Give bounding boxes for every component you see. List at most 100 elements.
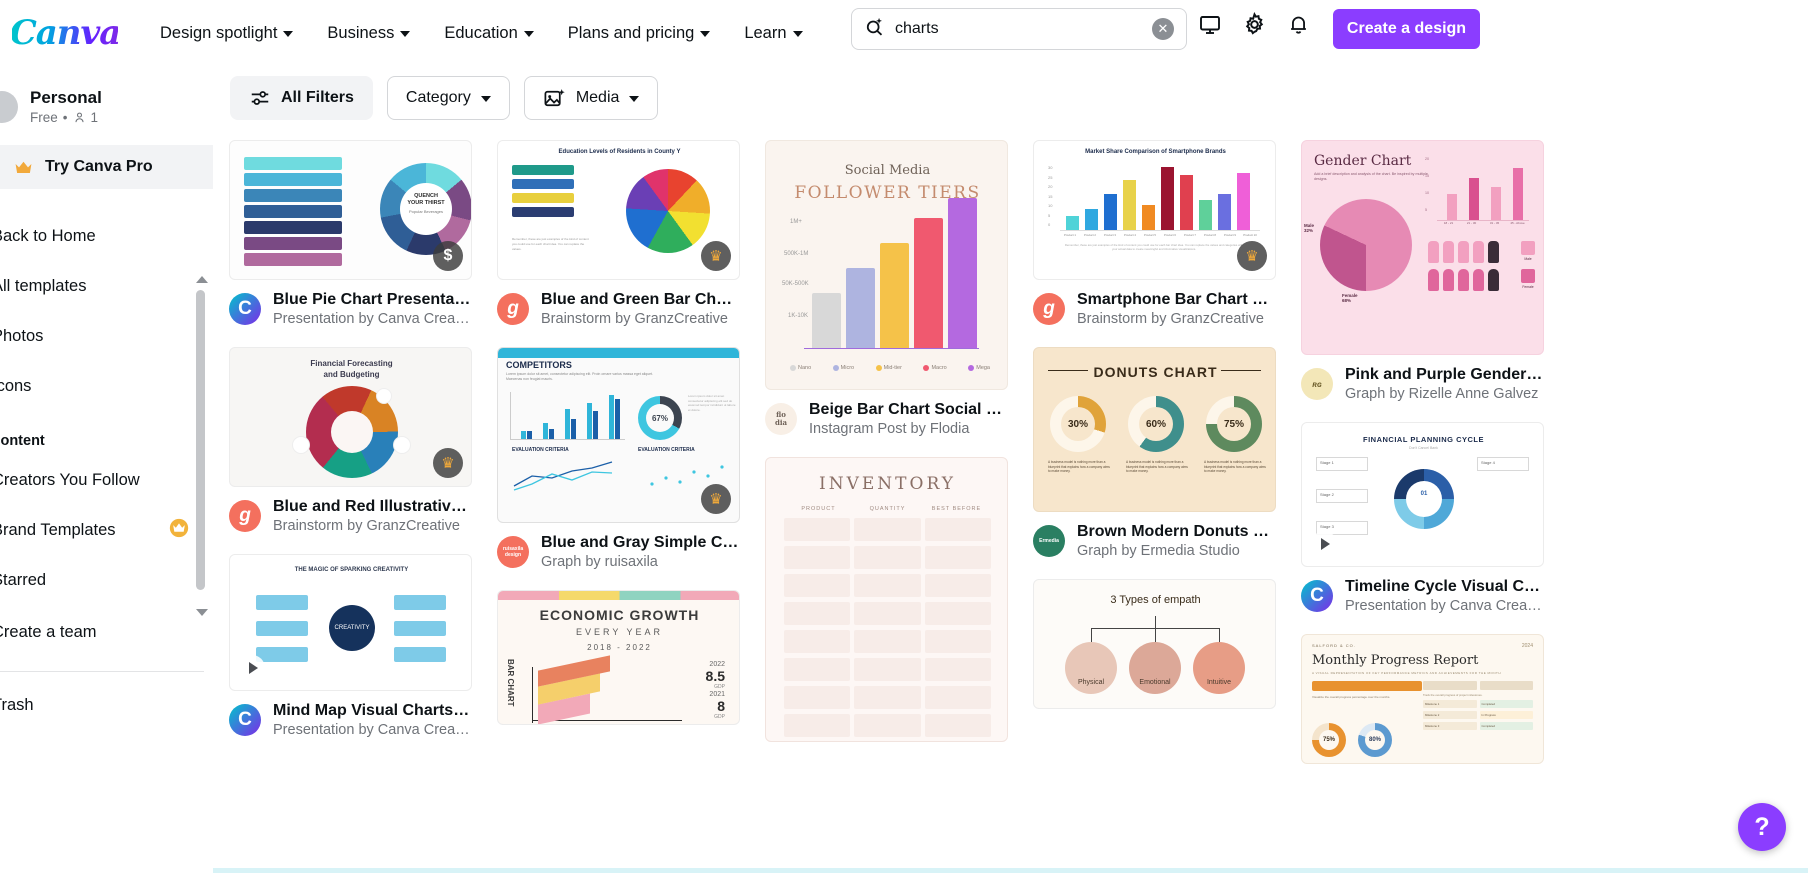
clear-icon[interactable]: ✕ xyxy=(1152,18,1174,40)
person-icon xyxy=(74,112,84,123)
sidebar-links: Back to Home All templates Photos Icons … xyxy=(0,211,213,605)
author-avatar: Ermedia xyxy=(1033,525,1065,557)
search-bar[interactable]: ✕ xyxy=(851,8,1187,50)
sidebar-item-create-a-team[interactable]: Create a team xyxy=(0,607,213,657)
template-card-inventory-table[interactable]: INVENTORY PRODUCT QUANTITY BEST BEFORE xyxy=(765,457,1008,742)
template-title: Blue and Green Bar Char… xyxy=(541,291,739,308)
account-subtitle: Free • 1 xyxy=(30,110,102,125)
monitor-icon[interactable] xyxy=(1198,13,1222,37)
help-button[interactable]: ? xyxy=(1738,803,1786,851)
try-canva-pro-label: Try Canva Pro xyxy=(45,158,153,175)
chevron-down-icon xyxy=(283,31,294,37)
template-title: Smartphone Bar Chart Vi… xyxy=(1077,291,1275,308)
author-avatar: g xyxy=(1033,293,1065,325)
nav-item-education[interactable]: Education xyxy=(430,16,547,51)
nav-label: Plans and pricing xyxy=(567,23,695,42)
all-filters-button[interactable]: All Filters xyxy=(230,76,373,120)
account-plan: Free xyxy=(30,110,58,125)
category-label: Category xyxy=(405,89,471,106)
sidebar-divider xyxy=(0,671,204,672)
chevron-down-icon xyxy=(523,31,534,37)
template-card-pink-purple-gender-chart[interactable]: Gender Chart Add a brief description and… xyxy=(1301,140,1544,402)
template-author: Graph by ruisaxila xyxy=(541,554,658,570)
template-meta: C Timeline Cycle Visual Ch… Presentation… xyxy=(1301,578,1544,614)
category-filter-button[interactable]: Category xyxy=(386,76,510,120)
filter-bar: All Filters Category Media xyxy=(213,66,1808,130)
results-masonry: QUENCH YOUR THIRST Popular Beverages $ C … xyxy=(213,130,1808,764)
template-meta: C Mind Map Visual Charts … Presentation … xyxy=(229,702,472,738)
avatar xyxy=(0,90,18,123)
nav-item-plans-and-pricing[interactable]: Plans and pricing xyxy=(554,16,725,51)
sliders-icon xyxy=(251,91,269,105)
scroll-up-icon[interactable] xyxy=(196,276,208,283)
template-thumbnail: SALFORD & CO. 2024 Monthly Progress Repo… xyxy=(1301,634,1544,764)
media-filter-button[interactable]: Media xyxy=(523,76,659,120)
sidebar-item-brand-templates[interactable]: Brand Templates xyxy=(0,505,213,555)
sidebar-item-creators-you-follow[interactable]: Creators You Follow xyxy=(0,455,213,505)
canva-logo[interactable]: Canva xyxy=(10,13,122,53)
nav-label: Business xyxy=(327,23,395,42)
results-column-3: Social Media FOLLOWER TIERS 1M+ 500K-1M … xyxy=(765,140,1008,764)
sidebar-item-trash[interactable]: Trash xyxy=(0,680,213,730)
template-thumbnail: Market Share Comparison of Smartphone Br… xyxy=(1033,140,1276,280)
sidebar-item-photos[interactable]: Photos xyxy=(0,311,213,361)
template-author: Presentation by Canva Creati… xyxy=(273,311,471,327)
template-card-economic-growth[interactable]: ECONOMIC GROWTH EVERY YEAR 2018 - 2022 B… xyxy=(497,590,740,725)
template-title: Timeline Cycle Visual Ch… xyxy=(1345,578,1543,595)
template-author: Brainstorm by GranzCreative xyxy=(541,311,728,327)
pro-crown-badge: ♛ xyxy=(701,241,731,271)
nav-item-learn[interactable]: Learn xyxy=(730,16,816,51)
play-icon[interactable] xyxy=(239,655,265,681)
author-avatar: C xyxy=(1301,580,1333,612)
sidebar-item-starred[interactable]: Starred xyxy=(0,555,213,605)
template-card-blue-and-gray-simple-comparison[interactable]: COMPETITORS Lorem ipsum dolor sit amet, … xyxy=(497,347,740,570)
account-block[interactable]: Personal Free • 1 xyxy=(0,66,213,139)
pro-crown-badge: ♛ xyxy=(433,448,463,478)
bell-icon[interactable] xyxy=(1287,13,1310,36)
nav-item-business[interactable]: Business xyxy=(313,16,424,51)
search-results[interactable]: QUENCH YOUR THIRST Popular Beverages $ C … xyxy=(213,130,1808,873)
nav-label: Education xyxy=(444,23,518,42)
search-input[interactable] xyxy=(895,20,1152,38)
bullet-separator: • xyxy=(62,110,68,125)
results-column-2: Education Levels of Residents in County … xyxy=(497,140,740,764)
scrollbar-thumb[interactable] xyxy=(196,290,205,590)
sidebar-item-back-to-home[interactable]: Back to Home xyxy=(0,211,213,261)
nav-item-design-spotlight[interactable]: Design spotlight xyxy=(146,16,307,51)
try-canva-pro-button[interactable]: Try Canva Pro xyxy=(0,145,213,189)
template-card-beige-bar-chart-social-media[interactable]: Social Media FOLLOWER TIERS 1M+ 500K-1M … xyxy=(765,140,1008,437)
author-avatar: g xyxy=(229,500,261,532)
template-thumbnail: Social Media FOLLOWER TIERS 1M+ 500K-1M … xyxy=(765,140,1008,390)
template-card-monthly-progress-report[interactable]: SALFORD & CO. 2024 Monthly Progress Repo… xyxy=(1301,634,1544,764)
template-author: Presentation by Canva Creati… xyxy=(273,722,471,738)
sidebar-scrollbar[interactable] xyxy=(196,276,208,616)
template-card-mind-map-visual-charts[interactable]: THE MAGIC OF SPARKING CREATIVITY CREATIV… xyxy=(229,554,472,738)
create-a-design-button[interactable]: Create a design xyxy=(1333,9,1480,49)
sidebar-item-label: Brand Templates xyxy=(0,520,116,539)
template-thumbnail: THE MAGIC OF SPARKING CREATIVITY CREATIV… xyxy=(229,554,472,691)
play-icon[interactable] xyxy=(1311,531,1337,557)
chevron-down-icon xyxy=(792,31,803,37)
template-thumbnail: INVENTORY PRODUCT QUANTITY BEST BEFORE xyxy=(765,457,1008,742)
template-meta: g Blue and Red Illustrative … Brainstorm… xyxy=(229,498,472,534)
bottom-progress-strip xyxy=(213,868,1808,873)
author-avatar: g xyxy=(497,293,529,325)
template-card-blue-and-red-illustrative[interactable]: Financial Forecasting and Budgeting ♛ g B… xyxy=(229,347,472,534)
template-card-blue-and-green-bar-chart[interactable]: Education Levels of Residents in County … xyxy=(497,140,740,327)
results-column-1: QUENCH YOUR THIRST Popular Beverages $ C … xyxy=(229,140,472,764)
scroll-down-icon[interactable] xyxy=(196,609,208,616)
sidebar-item-icons[interactable]: Icons xyxy=(0,361,213,411)
template-card-smartphone-bar-chart[interactable]: Market Share Comparison of Smartphone Br… xyxy=(1033,140,1276,327)
template-thumbnail: COMPETITORS Lorem ipsum dolor sit amet, … xyxy=(497,347,740,523)
template-thumbnail: QUENCH YOUR THIRST Popular Beverages $ xyxy=(229,140,472,280)
sidebar-item-all-templates[interactable]: All templates xyxy=(0,261,213,311)
chevron-down-icon xyxy=(629,96,640,102)
pro-price-badge: $ xyxy=(433,241,463,271)
template-card-brown-modern-donuts-chart[interactable]: DONUTS CHART 30% 60% 75% A business mode… xyxy=(1033,347,1276,559)
template-card-three-types-of-empath[interactable]: 3 Types of empath Physical Emotional Int… xyxy=(1033,579,1276,709)
template-card-timeline-cycle-visual-chart[interactable]: FINANCIAL PLANNING CYCLE Don't Cancel Ba… xyxy=(1301,422,1544,614)
gear-icon[interactable] xyxy=(1242,12,1267,37)
template-thumbnail: DONUTS CHART 30% 60% 75% A business mode… xyxy=(1033,347,1276,512)
author-avatar: C xyxy=(229,293,261,325)
template-card-blue-pie-chart-presentation[interactable]: QUENCH YOUR THIRST Popular Beverages $ C … xyxy=(229,140,472,327)
